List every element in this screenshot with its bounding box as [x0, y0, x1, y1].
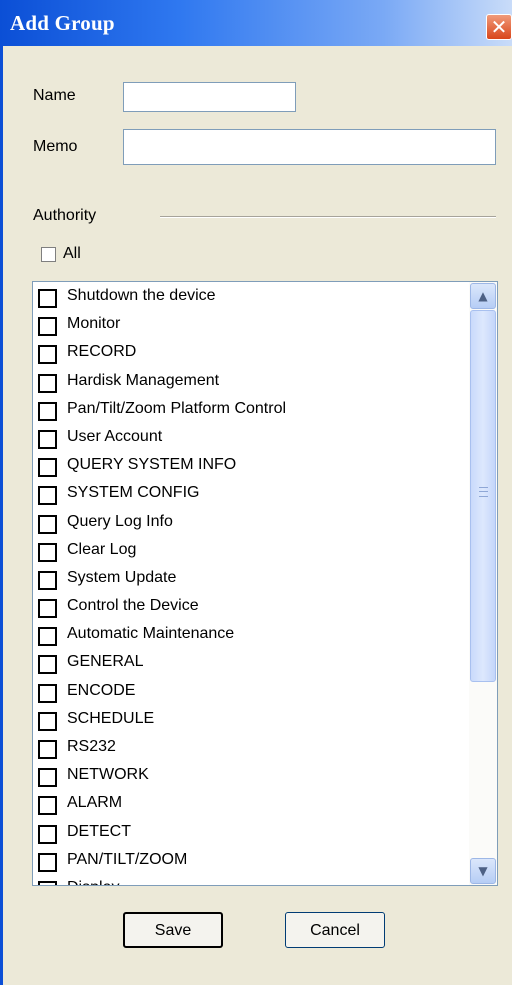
authority-item[interactable]: Clear Log: [38, 538, 468, 566]
authority-item-checkbox[interactable]: [38, 740, 57, 759]
authority-item-label: Clear Log: [67, 540, 137, 558]
authority-item-label: Monitor: [67, 315, 121, 333]
authority-item[interactable]: ENCODE: [38, 679, 468, 707]
authority-item-label: Pan/Tilt/Zoom Platform Control: [67, 399, 287, 417]
authority-item-label: NETWORK: [67, 766, 149, 784]
authority-item-checkbox[interactable]: [38, 599, 57, 619]
close-button[interactable]: ✕: [486, 14, 512, 40]
authority-item[interactable]: NETWORK: [38, 763, 468, 791]
authority-item-label: Query Log Info: [67, 512, 173, 530]
cancel-button[interactable]: Cancel: [285, 912, 385, 948]
authority-item-label: RECORD: [67, 343, 137, 361]
authority-item[interactable]: Shutdown the device: [38, 284, 468, 312]
authority-item[interactable]: Control the Device: [38, 594, 468, 622]
memo-label: Memo: [33, 138, 78, 155]
title-bar[interactable]: Add Group ✕: [0, 0, 512, 46]
authority-item[interactable]: PAN/TILT/ZOOM: [38, 848, 468, 876]
name-input[interactable]: [123, 82, 296, 112]
authority-item-checkbox[interactable]: [38, 880, 57, 885]
authority-item-label: Automatic Maintenance: [67, 625, 235, 643]
authority-item-checkbox[interactable]: [38, 401, 57, 421]
scroll-thumb[interactable]: [470, 310, 496, 682]
authority-item-label: DETECT: [67, 822, 131, 840]
vertical-scrollbar[interactable]: ▲ ▼: [469, 282, 497, 885]
authority-item-label: SYSTEM CONFIG: [67, 484, 200, 502]
authority-items: Shutdown the device Monitor RECORD Hardisk …: [38, 284, 468, 885]
authority-item-checkbox[interactable]: [38, 768, 57, 788]
authority-item-label: QUERY SYSTEM INFO: [67, 456, 237, 474]
authority-item[interactable]: SYSTEM CONFIG: [38, 481, 468, 509]
grip-icon: [479, 487, 488, 497]
authority-item[interactable]: SCHEDULE: [38, 707, 468, 735]
authority-item-checkbox[interactable]: [38, 486, 57, 506]
authority-item-checkbox[interactable]: [38, 683, 57, 703]
authority-item[interactable]: Automatic Maintenance: [38, 622, 468, 650]
scroll-up-button[interactable]: ▲: [470, 283, 496, 309]
authority-item-checkbox[interactable]: [38, 542, 57, 562]
scroll-down-button[interactable]: ▼: [470, 858, 496, 884]
authority-item[interactable]: Display: [38, 876, 468, 885]
chevron-down-icon: ▼: [478, 864, 488, 878]
authority-item-checkbox[interactable]: [38, 824, 57, 844]
all-checkbox-label: All: [63, 245, 81, 262]
authority-item-label: User Account: [67, 427, 163, 445]
authority-item-checkbox[interactable]: [38, 711, 57, 731]
authority-item-label: Display: [67, 879, 119, 885]
authority-item[interactable]: DETECT: [38, 820, 468, 848]
save-button[interactable]: Save: [123, 912, 223, 948]
authority-item-checkbox[interactable]: [38, 655, 57, 675]
authority-item-checkbox[interactable]: [38, 317, 57, 337]
authority-item-checkbox[interactable]: [38, 345, 57, 365]
authority-item-checkbox[interactable]: [38, 570, 57, 590]
authority-item-label: PAN/TILT/ZOOM: [67, 850, 188, 868]
authority-item-checkbox[interactable]: [38, 458, 57, 478]
authority-item-label: System Update: [67, 568, 177, 586]
authority-item[interactable]: User Account: [38, 425, 468, 453]
authority-item-checkbox[interactable]: [38, 796, 57, 816]
authority-item[interactable]: QUERY SYSTEM INFO: [38, 453, 468, 481]
close-icon: ✕: [490, 15, 508, 39]
window-title: Add Group: [10, 11, 115, 35]
authority-item-checkbox[interactable]: [38, 627, 57, 647]
authority-item[interactable]: Monitor: [38, 312, 468, 340]
memo-input[interactable]: [123, 129, 496, 165]
authority-item[interactable]: Query Log Info: [38, 510, 468, 538]
authority-item[interactable]: System Update: [38, 566, 468, 594]
authority-item[interactable]: GENERAL: [38, 650, 468, 678]
authority-item-label: RS232: [67, 738, 116, 755]
chevron-up-icon: ▲: [478, 289, 488, 303]
authority-item-label: GENERAL: [67, 653, 144, 671]
authority-item-label: ENCODE: [67, 681, 136, 699]
authority-item-label: Hardisk Management: [67, 371, 220, 389]
authority-item-checkbox[interactable]: [38, 514, 57, 534]
authority-item-label: Control the Device: [67, 597, 199, 615]
authority-list[interactable]: Shutdown the device Monitor RECORD Hardisk …: [32, 281, 498, 886]
authority-item[interactable]: Hardisk Management: [38, 369, 468, 397]
authority-divider: [160, 216, 496, 218]
window-border: [0, 46, 3, 985]
authority-item-label: ALARM: [67, 794, 123, 812]
authority-item-checkbox[interactable]: [38, 373, 57, 393]
name-label: Name: [33, 87, 76, 104]
authority-item-checkbox[interactable]: [38, 852, 57, 872]
authority-label: Authority: [33, 207, 97, 224]
authority-item[interactable]: ALARM: [38, 791, 468, 819]
authority-item-label: SCHEDULE: [67, 709, 155, 727]
authority-item[interactable]: Pan/Tilt/Zoom Platform Control: [38, 397, 468, 425]
authority-item-label: Shutdown the device: [67, 287, 216, 304]
authority-item-checkbox[interactable]: [38, 289, 57, 308]
authority-item-checkbox[interactable]: [38, 429, 57, 449]
authority-item[interactable]: RECORD: [38, 340, 468, 368]
all-checkbox[interactable]: [41, 247, 56, 262]
authority-item[interactable]: RS232: [38, 735, 468, 763]
